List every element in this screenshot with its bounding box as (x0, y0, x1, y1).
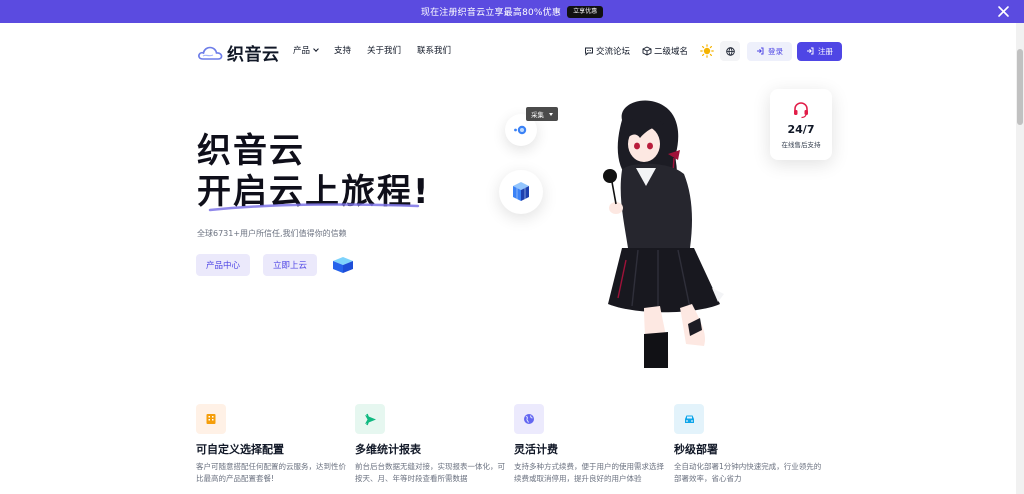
airplane-icon (364, 413, 376, 425)
hero-subtitle: 全球6731+用户所信任,我们值得你的信赖 (197, 229, 347, 238)
subdomain-link[interactable]: 二级域名 (642, 45, 688, 57)
feature-icon-box (514, 404, 544, 434)
feature-statistics: 多维统计报表 前台后台数据无缝对接，实现报表一体化，可按天、月、年等时段查看所需… (355, 404, 505, 485)
orbit-icon (514, 125, 527, 135)
main-nav: 产品 支持 关于我们 联系我们 (293, 44, 467, 56)
car-icon (684, 415, 694, 423)
tooltip-label: 采集 (531, 111, 544, 119)
cube-icon (642, 46, 652, 56)
hero-title-line1: 织音云 (197, 131, 305, 171)
page-scrollbar[interactable] (1016, 23, 1024, 494)
feature-custom-config: 可自定义选择配置 客户可随意搭配任何配置的云服务，达到性价比最高的产品配置套餐! (196, 404, 346, 485)
box-icon[interactable] (331, 255, 355, 275)
feature-desc: 全自动化部署1分钟内快速完成，行业领先的部署效率，省心省力 (674, 462, 822, 483)
feature-deploy: 秒级部署 全自动化部署1分钟内快速完成，行业领先的部署效率，省心省力 (674, 404, 824, 485)
close-icon[interactable] (997, 5, 1010, 18)
support-card[interactable]: 24/7 在线售后支持 (770, 89, 832, 160)
feature-icon-box (355, 404, 385, 434)
feature-title: 多维统计报表 (355, 443, 421, 456)
scrollbar-thumb[interactable] (1017, 49, 1023, 125)
promo-banner: 现在注册织音云立享最高80%优惠 立享优惠 (0, 0, 1024, 23)
header-actions: 交流论坛 二级域名 登录 注册 (584, 41, 843, 61)
products-center-button[interactable]: 产品中心 (196, 254, 250, 276)
sun-icon[interactable] (700, 44, 714, 58)
nav-item-products[interactable]: 产品 (293, 44, 319, 56)
feature-desc: 客户可随意搭配任何配置的云服务，达到性价比最高的产品配置套餐! (196, 462, 346, 483)
login-label: 登录 (768, 46, 784, 56)
collect-tooltip[interactable]: 采集 (526, 107, 558, 121)
cube-stack-icon (513, 182, 529, 201)
headset-icon (794, 102, 808, 119)
brand-logo[interactable]: 织音云 (197, 40, 280, 65)
support-label: 在线售后支持 (781, 141, 821, 149)
language-button[interactable] (720, 41, 741, 61)
brand-name: 织音云 (227, 45, 280, 65)
register-icon (807, 47, 814, 55)
nav-item-contact[interactable]: 联系我们 (417, 44, 451, 56)
login-icon (757, 47, 764, 55)
site-header: 织音云 产品 支持 关于我们 联系我们 交流论坛 二级域名 登录 注册 (0, 23, 1016, 75)
feature-title: 可自定义选择配置 (196, 443, 284, 456)
nav-item-about[interactable]: 关于我们 (367, 44, 401, 56)
building-icon (206, 414, 216, 424)
feature-title: 灵活计费 (514, 443, 558, 456)
go-cloud-button[interactable]: 立即上云 (263, 254, 317, 276)
feature-icon-box (196, 404, 226, 434)
globe-icon (524, 414, 534, 424)
globe-icon (725, 46, 735, 56)
feature-title: 秒级部署 (674, 443, 718, 456)
cloud-logo-icon (198, 46, 223, 60)
login-button[interactable]: 登录 (747, 41, 793, 61)
promo-button[interactable]: 立享优惠 (567, 5, 604, 18)
floating-cube-badge[interactable] (499, 170, 543, 214)
chevron-down-icon (313, 45, 319, 52)
caret-down-icon (549, 112, 553, 116)
feature-icon-box (674, 404, 704, 434)
nav-item-support[interactable]: 支持 (334, 44, 351, 56)
feature-desc: 支持多种方式续费，便于用户的使用需求选择续费或取消停用，提升良好的用户体验 (514, 462, 664, 483)
title-underline-decoration (208, 203, 420, 212)
feature-billing: 灵活计费 支持多种方式续费，便于用户的使用需求选择续费或取消停用，提升良好的用户… (514, 404, 664, 485)
chat-bubble-icon (585, 47, 593, 56)
subdomain-label: 二级域名 (654, 47, 689, 57)
support-hours: 24/7 (787, 123, 815, 136)
register-button[interactable]: 注册 (797, 41, 843, 61)
feature-desc: 前台后台数据无缝对接，实现报表一体化，可按天、月、年等时段查看所需数据 (355, 462, 505, 483)
anime-girl-illustration (603, 100, 724, 368)
nav-label: 产品 (293, 46, 311, 56)
forum-link[interactable]: 交流论坛 (584, 45, 630, 57)
promo-text: 现在注册织音云立享最高80%优惠 (420, 8, 562, 18)
register-label: 注册 (818, 46, 834, 56)
forum-label: 交流论坛 (596, 47, 631, 57)
